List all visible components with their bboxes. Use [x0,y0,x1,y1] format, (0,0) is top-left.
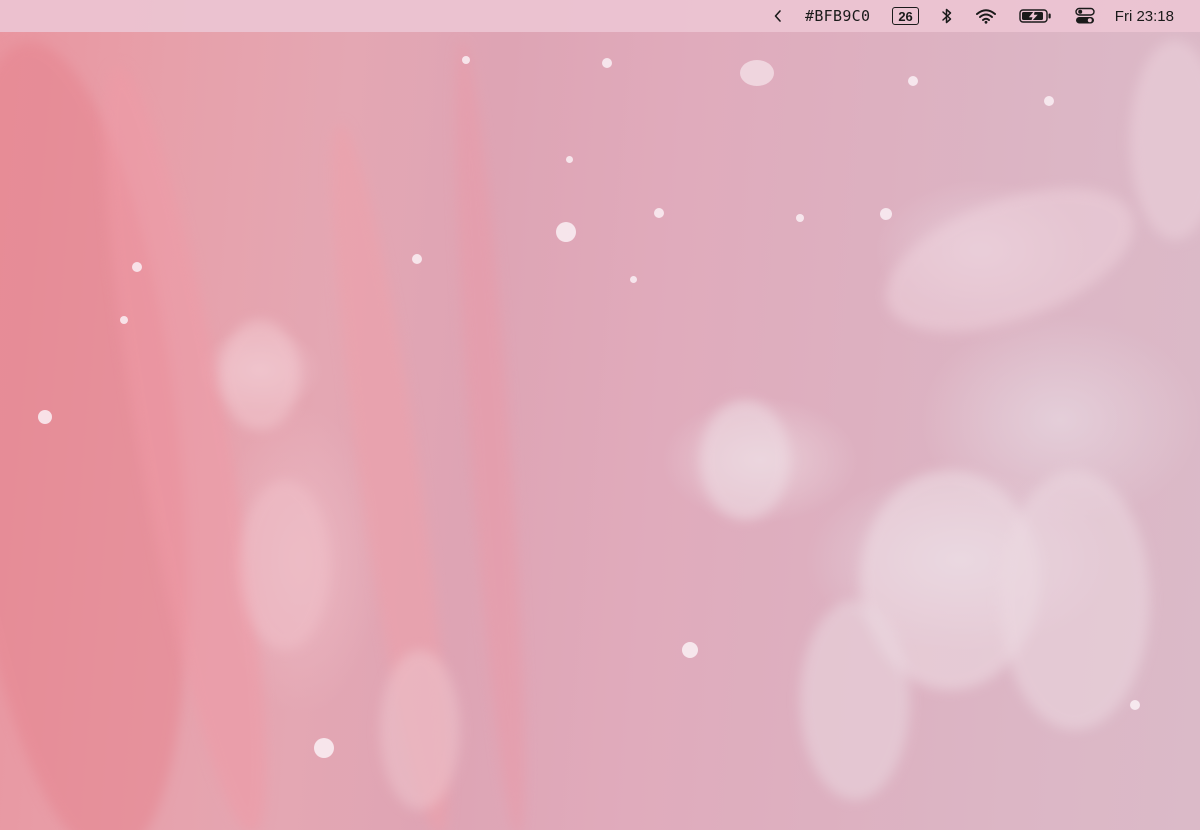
wallpaper-bubble [314,738,334,758]
wallpaper-streak [240,480,330,650]
desktop-wallpaper [0,0,1200,830]
control-center-item[interactable] [1075,0,1095,32]
wallpaper-bubble [132,262,142,272]
wallpaper-streak [800,600,910,800]
wallpaper-streak [700,400,790,520]
wallpaper-bubble [602,58,612,68]
wallpaper-streak [220,320,300,430]
battery-charging-icon [1019,9,1051,23]
wallpaper-bubble [908,76,918,86]
wallpaper-streak [867,159,1153,361]
bluetooth-icon [942,8,952,24]
wallpaper-bubble [462,56,470,64]
wallpaper-bubble [412,254,422,264]
clock-item[interactable]: Fri 23:18 [1115,0,1174,32]
menubar-collapse-button[interactable] [773,0,783,32]
wallpaper-bubble [880,208,892,220]
wallpaper-bubble [1130,700,1140,710]
wallpaper-bubble [796,214,804,222]
wifi-item[interactable] [975,0,997,32]
calendar-date-item[interactable]: 26 [892,0,919,32]
wallpaper-bubble [740,60,774,86]
wallpaper-bubble [566,156,573,163]
bluetooth-item[interactable] [941,0,953,32]
chevron-left-icon [774,10,781,22]
control-center-icon [1075,7,1095,24]
wallpaper-bubble [38,410,52,424]
color-hex-value: #BFB9C0 [805,7,871,25]
wallpaper-bubble [630,276,637,283]
wallpaper-bubble [120,316,128,324]
date-number: 26 [898,8,913,24]
wallpaper-bubble [654,208,664,218]
wallpaper-bubble [682,642,698,658]
color-picker-item[interactable]: #BFB9C0 [805,0,870,32]
wifi-icon [975,9,996,24]
wallpaper-streak [1000,470,1150,730]
wallpaper-bubble [1044,96,1054,106]
calendar-icon: 26 [892,7,919,25]
wallpaper-bubble [556,222,576,242]
wallpaper-streak [1130,40,1200,240]
battery-item[interactable] [1019,0,1053,32]
menu-bar: #BFB9C0 26 Fri 23:18 [0,0,1200,32]
wallpaper-streak [380,650,460,810]
clock-text: Fri 23:18 [1114,7,1174,25]
